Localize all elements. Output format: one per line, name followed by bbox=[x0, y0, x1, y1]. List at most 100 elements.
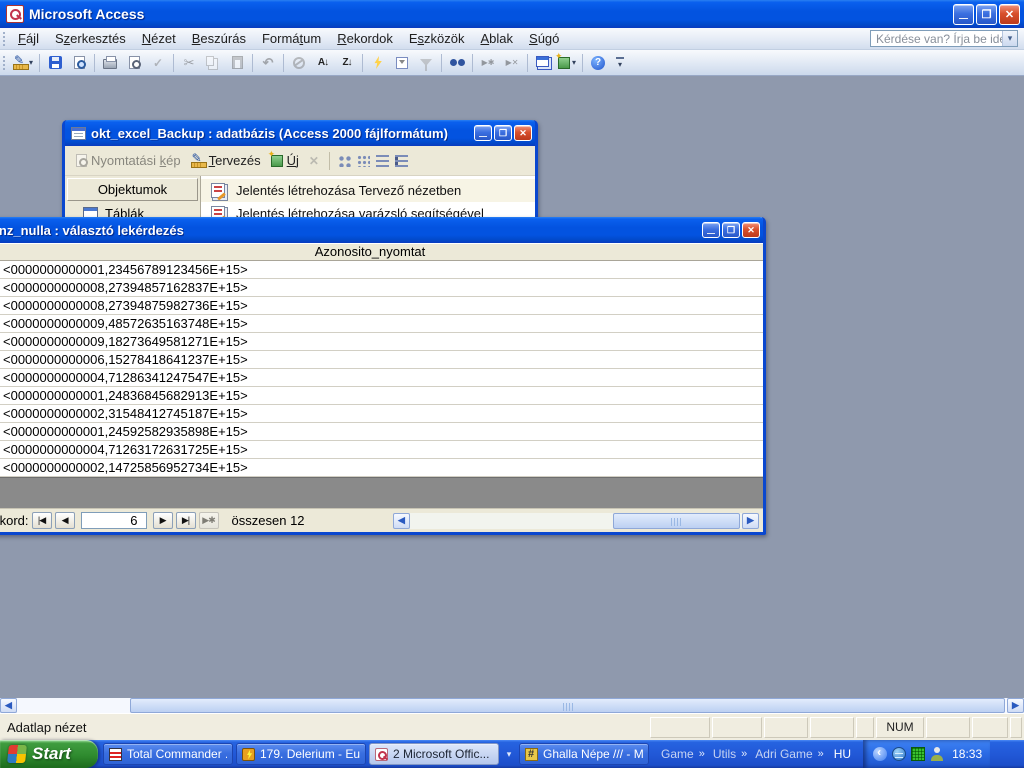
apply-filter-icon bbox=[420, 59, 432, 66]
chevron-icon[interactable]: » bbox=[818, 748, 824, 760]
table-row[interactable]: <0000000000001,24592582935898E+15> bbox=[0, 423, 763, 441]
minimize-button[interactable] bbox=[702, 222, 720, 238]
small-icons-view-icon[interactable] bbox=[357, 155, 370, 167]
menu-records[interactable]: Rekordok bbox=[329, 29, 401, 48]
table-row[interactable]: <0000000000008,27394875982736E+15> bbox=[0, 297, 763, 315]
taskbar: Start Total Commander ... 179. Delerium -… bbox=[0, 740, 1024, 768]
chevron-down-icon[interactable]: ▾ bbox=[1002, 31, 1017, 46]
db-list-item[interactable]: Jelentés létrehozása Tervező nézetben bbox=[201, 179, 535, 202]
save-button[interactable] bbox=[43, 52, 67, 74]
delete-record-button bbox=[500, 52, 524, 74]
scrollbar-track[interactable] bbox=[17, 698, 1007, 713]
objects-header-button[interactable]: Objektumok bbox=[67, 178, 198, 201]
table-row[interactable]: <0000000000008,27394857162837E+15> bbox=[0, 279, 763, 297]
find-button[interactable] bbox=[445, 52, 469, 74]
restore-button[interactable] bbox=[976, 4, 997, 25]
menu-view[interactable]: Nézet bbox=[134, 29, 184, 48]
menu-help[interactable]: Súgó bbox=[521, 29, 567, 48]
help-button[interactable] bbox=[586, 52, 610, 74]
table-row[interactable]: <0000000000001,24836845682913E+15> bbox=[0, 387, 763, 405]
scrollbar-thumb[interactable] bbox=[130, 698, 1005, 713]
taskbar-button[interactable]: Total Commander ... bbox=[103, 743, 233, 765]
print-preview-button[interactable] bbox=[122, 52, 146, 74]
scroll-right-icon[interactable]: ▶ bbox=[742, 513, 759, 529]
current-record-input[interactable] bbox=[81, 512, 147, 529]
start-label: Start bbox=[32, 744, 71, 764]
details-view-icon[interactable] bbox=[395, 155, 408, 167]
copy-button bbox=[201, 52, 225, 74]
scrollbar-thumb[interactable] bbox=[613, 513, 740, 529]
tray-collapse-icon[interactable] bbox=[873, 747, 887, 761]
design-button[interactable]: Tervezés bbox=[186, 151, 266, 170]
chevron-icon[interactable]: » bbox=[699, 748, 705, 760]
large-icons-view-icon[interactable] bbox=[338, 155, 351, 167]
tray-messenger-icon[interactable] bbox=[930, 747, 944, 761]
toolbar-grip[interactable] bbox=[2, 55, 6, 71]
language-indicator[interactable]: HU bbox=[834, 747, 851, 761]
new-button[interactable]: Új bbox=[266, 151, 304, 170]
new-object-button[interactable]: ▾ bbox=[555, 52, 579, 74]
tray-network-icon[interactable] bbox=[892, 747, 906, 761]
table-row[interactable]: <0000000000009,48572635163748E+15> bbox=[0, 315, 763, 333]
sort-descending-button[interactable] bbox=[335, 52, 359, 74]
menu-window[interactable]: Ablak bbox=[472, 29, 521, 48]
taskbar-group-caret-icon[interactable]: ▾ bbox=[502, 749, 516, 760]
taskbar-toolbar-game[interactable]: Game bbox=[661, 747, 694, 761]
toolbar-options-icon[interactable] bbox=[614, 57, 626, 69]
scrollbar-track[interactable] bbox=[410, 513, 742, 529]
column-header[interactable]: Azonosito_nyomtat bbox=[0, 243, 763, 261]
menu-format[interactable]: Formátum bbox=[254, 29, 329, 48]
scroll-left-icon[interactable]: ◀ bbox=[0, 698, 17, 713]
table-row[interactable]: <0000000000009,18273649581271E+15> bbox=[0, 333, 763, 351]
chevron-icon[interactable]: » bbox=[741, 748, 747, 760]
close-button[interactable] bbox=[999, 4, 1020, 25]
table-row[interactable]: <0000000000004,71286341247547E+15> bbox=[0, 369, 763, 387]
taskbar-button[interactable]: Ghalla Népe /// - M... bbox=[519, 743, 649, 765]
record-label: Rekord: bbox=[0, 513, 29, 528]
print-icon bbox=[103, 59, 117, 69]
menu-insert[interactable]: Beszúrás bbox=[184, 29, 254, 48]
menu-edit[interactable]: Szerkesztés bbox=[47, 29, 134, 48]
minimize-button[interactable] bbox=[474, 125, 492, 141]
menu-tools[interactable]: Eszközök bbox=[401, 29, 473, 48]
database-window-button[interactable] bbox=[531, 52, 555, 74]
sort-ascending-button[interactable] bbox=[311, 52, 335, 74]
file-search-button[interactable] bbox=[67, 52, 91, 74]
table-row[interactable]: <0000000000006,15278418641237E+15> bbox=[0, 351, 763, 369]
help-question-combo[interactable]: Kérdése van? Írja be ide. ▾ bbox=[870, 30, 1018, 47]
table-row[interactable]: <0000000000002,14725856952734E+15> bbox=[0, 459, 763, 477]
taskbar-button[interactable]: 2 Microsoft Offic... bbox=[369, 743, 499, 765]
view-design-button[interactable]: ▾ bbox=[10, 52, 36, 74]
start-button[interactable]: Start bbox=[0, 740, 98, 768]
filter-by-selection-button[interactable] bbox=[366, 52, 390, 74]
close-button[interactable] bbox=[514, 125, 532, 141]
spelling-icon bbox=[153, 56, 163, 70]
print-button[interactable] bbox=[98, 52, 122, 74]
last-record-button[interactable]: ▶| bbox=[176, 512, 196, 529]
workspace-horizontal-scrollbar: ◀ ▶ bbox=[0, 698, 1024, 713]
scroll-right-icon[interactable]: ▶ bbox=[1007, 698, 1024, 713]
first-record-button[interactable]: |◀ bbox=[32, 512, 52, 529]
table-row[interactable]: <0000000000001,23456789123456E+15> bbox=[0, 261, 763, 279]
close-button[interactable] bbox=[742, 222, 760, 238]
toolbar-grip[interactable] bbox=[2, 31, 6, 47]
previous-record-button[interactable]: ◀ bbox=[55, 512, 75, 529]
table-row[interactable]: <0000000000004,71263172631725E+15> bbox=[0, 441, 763, 459]
paste-button bbox=[225, 52, 249, 74]
toolbar-separator bbox=[362, 54, 363, 72]
menu-file[interactable]: Fájl bbox=[10, 29, 47, 48]
table-row[interactable]: <0000000000002,31548412745187E+15> bbox=[0, 405, 763, 423]
maximize-button[interactable] bbox=[722, 222, 740, 238]
maximize-button[interactable] bbox=[494, 125, 512, 141]
next-record-button[interactable]: ▶ bbox=[153, 512, 173, 529]
tray-app-green-icon[interactable] bbox=[911, 747, 925, 761]
taskbar-toolbar-adri-game[interactable]: Adri Game bbox=[755, 747, 812, 761]
filter-by-form-button[interactable] bbox=[390, 52, 414, 74]
taskbar-toolbar-utils[interactable]: Utils bbox=[713, 747, 736, 761]
scroll-left-icon[interactable]: ◀ bbox=[393, 513, 410, 529]
list-view-icon[interactable] bbox=[376, 155, 389, 167]
toolbar-separator bbox=[283, 54, 284, 72]
minimize-button[interactable] bbox=[953, 4, 974, 25]
taskbar-button[interactable]: 179. Delerium - Eu... bbox=[236, 743, 366, 765]
taskbar-button-label: Total Commander ... bbox=[127, 747, 227, 761]
